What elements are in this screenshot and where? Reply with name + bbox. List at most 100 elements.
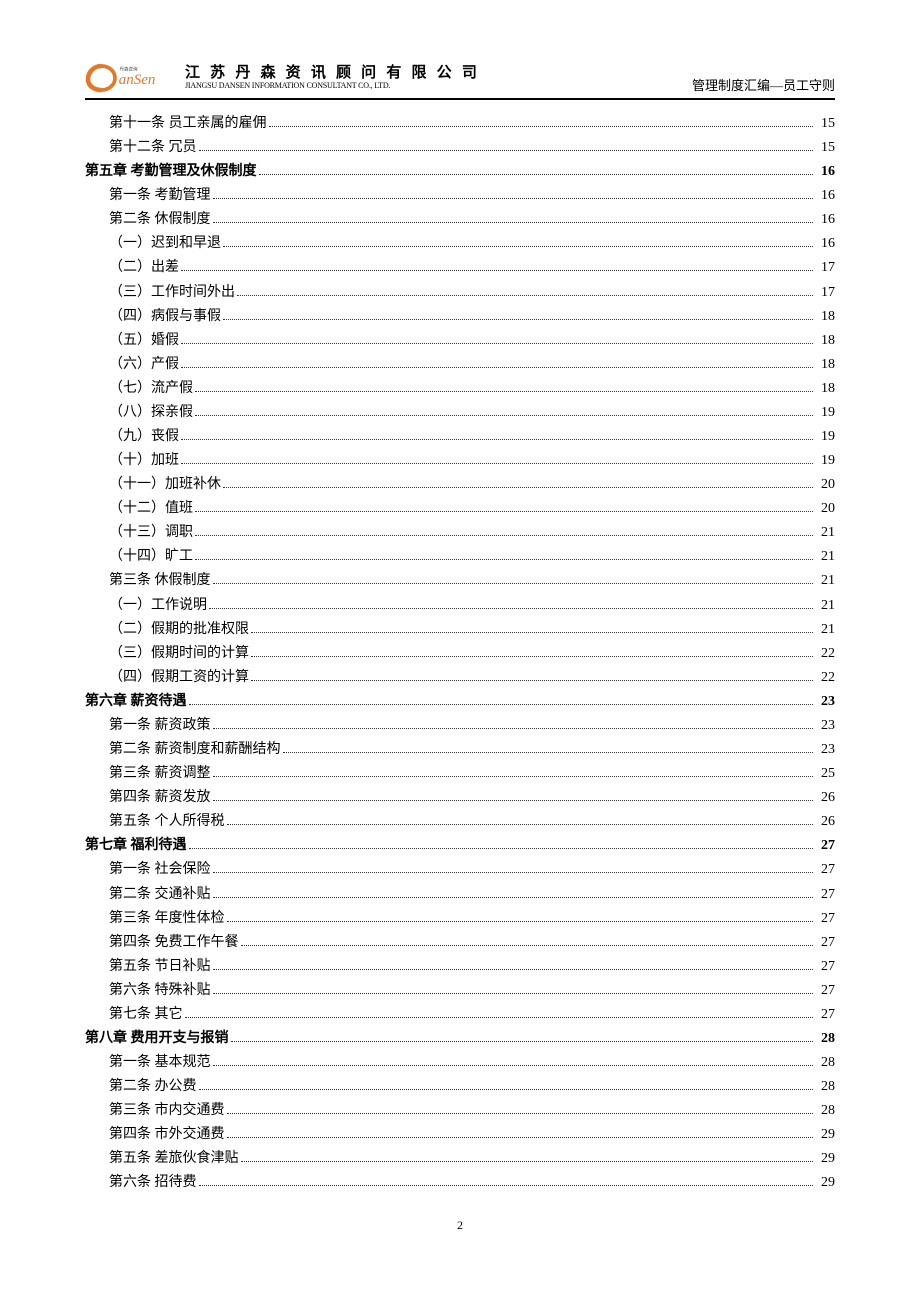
toc-entry-title: 第六章 薪资待遇 bbox=[85, 690, 187, 714]
toc-entry-title: 第二条 休假制度 bbox=[109, 208, 211, 232]
toc-entry[interactable]: （十）加班19 bbox=[85, 449, 835, 473]
toc-entry[interactable]: （十二）值班20 bbox=[85, 497, 835, 521]
page-header: anSen 丹森咨询 江 苏 丹 森 资 讯 顾 问 有 限 公 司 JIANG… bbox=[85, 60, 835, 100]
toc-entry[interactable]: 第一条 基本规范28 bbox=[85, 1051, 835, 1075]
toc-entry-title: 第一条 社会保险 bbox=[109, 858, 211, 882]
toc-entry-title: （五）婚假 bbox=[109, 329, 179, 353]
toc-entry-page: 23 bbox=[821, 738, 835, 762]
toc-entry[interactable]: 第四条 市外交通费29 bbox=[85, 1123, 835, 1147]
toc-entry-page: 21 bbox=[821, 521, 835, 545]
toc-entry-page: 16 bbox=[821, 160, 835, 184]
toc-entry-title: 第四条 免费工作午餐 bbox=[109, 931, 239, 955]
toc-entry-page: 15 bbox=[821, 112, 835, 136]
toc-entry[interactable]: 第五条 差旅伙食津贴29 bbox=[85, 1147, 835, 1171]
toc-entry[interactable]: 第一条 考勤管理16 bbox=[85, 184, 835, 208]
toc-entry[interactable]: 第六章 薪资待遇23 bbox=[85, 690, 835, 714]
toc-entry-page: 21 bbox=[821, 594, 835, 618]
toc-entry[interactable]: （四）假期工资的计算22 bbox=[85, 666, 835, 690]
toc-entry[interactable]: （六）产假18 bbox=[85, 353, 835, 377]
toc-entry[interactable]: 第二条 交通补贴27 bbox=[85, 883, 835, 907]
toc-entry-page: 29 bbox=[821, 1171, 835, 1195]
toc-entry[interactable]: 第三条 薪资调整25 bbox=[85, 762, 835, 786]
toc-leader bbox=[199, 1177, 814, 1186]
toc-leader bbox=[181, 334, 813, 343]
company-name-en: JIANGSU DANSEN INFORMATION CONSULTANT CO… bbox=[185, 82, 480, 91]
toc-leader bbox=[227, 1105, 814, 1114]
toc-entry-title: 第十一条 员工亲属的雇佣 bbox=[109, 112, 267, 136]
toc-entry[interactable]: 第二条 办公费28 bbox=[85, 1075, 835, 1099]
toc-leader bbox=[199, 142, 814, 151]
toc-entry-page: 21 bbox=[821, 569, 835, 593]
toc-entry-title: （三）假期时间的计算 bbox=[109, 642, 249, 666]
toc-entry-page: 28 bbox=[821, 1051, 835, 1075]
toc-entry-title: 第一条 薪资政策 bbox=[109, 714, 211, 738]
svg-text:丹森咨询: 丹森咨询 bbox=[120, 66, 138, 73]
toc-entry[interactable]: 第三条 年度性体检27 bbox=[85, 907, 835, 931]
toc-entry[interactable]: （七）流产假18 bbox=[85, 377, 835, 401]
toc-entry-title: 第三条 年度性体检 bbox=[109, 907, 225, 931]
toc-entry-page: 19 bbox=[821, 401, 835, 425]
toc-leader bbox=[213, 1057, 814, 1066]
toc-entry[interactable]: 第六条 特殊补贴 27 bbox=[85, 979, 835, 1003]
toc-entry-page: 27 bbox=[821, 955, 835, 979]
toc-entry[interactable]: 第六条 招待费 29 bbox=[85, 1171, 835, 1195]
toc-entry-title: 第六条 招待费 bbox=[109, 1171, 197, 1195]
toc-entry[interactable]: 第七条 其它27 bbox=[85, 1003, 835, 1027]
toc-entry-title: （二）假期的批准权限 bbox=[109, 618, 249, 642]
toc-entry[interactable]: 第一条 薪资政策23 bbox=[85, 714, 835, 738]
toc-entry[interactable]: 第八章 费用开支与报销28 bbox=[85, 1027, 835, 1051]
toc-entry[interactable]: （二）出差17 bbox=[85, 256, 835, 280]
toc-entry-page: 17 bbox=[821, 281, 835, 305]
toc-entry[interactable]: 第三条 休假制度 21 bbox=[85, 569, 835, 593]
toc-entry-title: 第二条 办公费 bbox=[109, 1075, 197, 1099]
toc-entry[interactable]: （十三）调职21 bbox=[85, 521, 835, 545]
toc-entry[interactable]: 第二条 薪资制度和薪酬结构23 bbox=[85, 738, 835, 762]
toc-entry-page: 18 bbox=[821, 377, 835, 401]
toc-entry[interactable]: 第三条 市内交通费28 bbox=[85, 1099, 835, 1123]
toc-entry[interactable]: （十一）加班补休20 bbox=[85, 473, 835, 497]
toc-entry-title: 第二条 交通补贴 bbox=[109, 883, 211, 907]
toc-entry-title: 第十二条 冗员 bbox=[109, 136, 197, 160]
toc-entry-title: （十一）加班补休 bbox=[109, 473, 221, 497]
toc-entry[interactable]: 第四条 免费工作午餐27 bbox=[85, 931, 835, 955]
toc-entry[interactable]: 第五条 个人所得税26 bbox=[85, 810, 835, 834]
toc-leader bbox=[251, 671, 813, 680]
toc-entry-page: 16 bbox=[821, 232, 835, 256]
toc-entry-title: 第六条 特殊补贴 bbox=[109, 979, 211, 1003]
toc-leader bbox=[213, 768, 814, 777]
toc-entry-title: 第五条 差旅伙食津贴 bbox=[109, 1147, 239, 1171]
toc-entry[interactable]: 第十二条 冗员15 bbox=[85, 136, 835, 160]
toc-entry-title: 第三条 休假制度 bbox=[109, 569, 211, 593]
toc-entry[interactable]: （八）探亲假19 bbox=[85, 401, 835, 425]
toc-leader bbox=[227, 1129, 814, 1138]
toc-entry-page: 27 bbox=[821, 979, 835, 1003]
toc-leader bbox=[189, 695, 814, 704]
toc-entry[interactable]: 第二条 休假制度 16 bbox=[85, 208, 835, 232]
toc-entry[interactable]: 第十一条 员工亲属的雇佣 15 bbox=[85, 112, 835, 136]
toc-entry-page: 19 bbox=[821, 425, 835, 449]
toc-entry[interactable]: 第四条 薪资发放26 bbox=[85, 786, 835, 810]
toc-entry[interactable]: （九）丧假19 bbox=[85, 425, 835, 449]
toc-entry-page: 16 bbox=[821, 208, 835, 232]
toc-entry[interactable]: （二）假期的批准权限21 bbox=[85, 618, 835, 642]
toc-entry[interactable]: 第五条 节日补贴27 bbox=[85, 955, 835, 979]
toc-entry[interactable]: 第一条 社会保险27 bbox=[85, 858, 835, 882]
toc-entry[interactable]: （五）婚假18 bbox=[85, 329, 835, 353]
toc-entry[interactable]: （十四）旷工21 bbox=[85, 545, 835, 569]
toc-entry[interactable]: 第五章 考勤管理及休假制度16 bbox=[85, 160, 835, 184]
toc-entry[interactable]: （一）迟到和早退16 bbox=[85, 232, 835, 256]
toc-leader bbox=[181, 431, 813, 440]
toc-leader bbox=[199, 1081, 814, 1090]
toc-entry[interactable]: （三）工作时间外出17 bbox=[85, 281, 835, 305]
toc-entry-title: （六）产假 bbox=[109, 353, 179, 377]
toc-leader bbox=[213, 214, 814, 223]
toc-leader bbox=[213, 888, 814, 897]
toc-entry-page: 22 bbox=[821, 642, 835, 666]
toc-entry[interactable]: （四）病假与事假18 bbox=[85, 305, 835, 329]
toc-entry[interactable]: （三）假期时间的计算 22 bbox=[85, 642, 835, 666]
toc-leader bbox=[283, 744, 814, 753]
page: anSen 丹森咨询 江 苏 丹 森 资 讯 顾 问 有 限 公 司 JIANG… bbox=[0, 0, 920, 1273]
toc-entry[interactable]: 第七章 福利待遇27 bbox=[85, 834, 835, 858]
toc-leader bbox=[213, 960, 814, 969]
toc-entry[interactable]: （一）工作说明21 bbox=[85, 594, 835, 618]
